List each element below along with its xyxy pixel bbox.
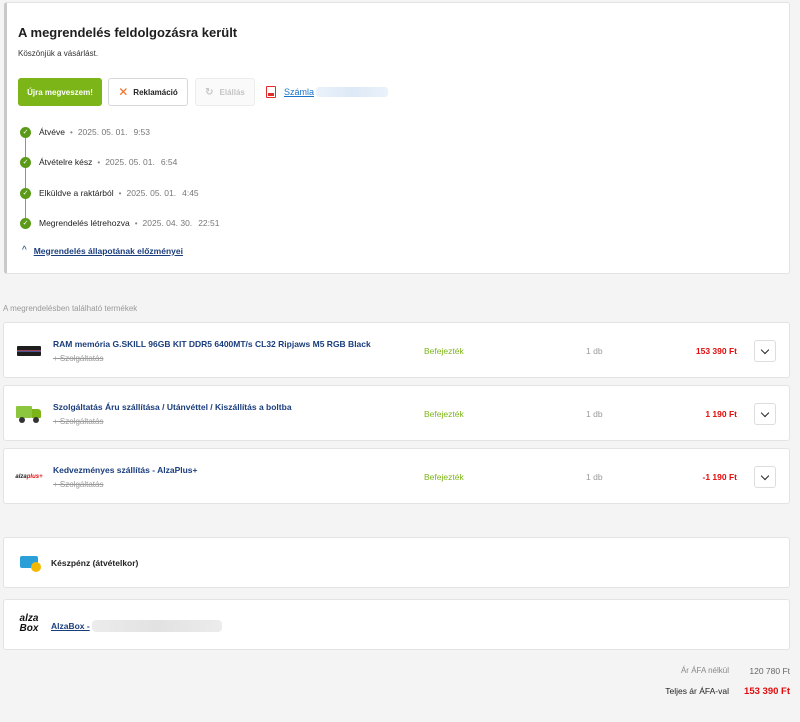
- product-quantity: 1 db: [586, 346, 603, 356]
- alzaplus-logo: alzaplus+: [15, 467, 43, 487]
- product-status: Befejezték: [424, 409, 464, 419]
- product-price: -1 190 Ft: [702, 472, 738, 482]
- gross-price-value: 153 390 Ft: [744, 686, 790, 697]
- product-price: 1 190 Ft: [705, 409, 737, 419]
- check-circle-icon: ✓: [20, 156, 31, 168]
- expand-button[interactable]: [754, 466, 776, 488]
- timeline-date: 2025. 05. 01.: [105, 157, 155, 167]
- timeline-date: 2025. 05. 01.: [77, 127, 128, 137]
- pickup-point-link[interactable]: AlzaBox -: [51, 620, 222, 632]
- order-status-title: A megrendelés feldolgozásra került: [18, 25, 238, 40]
- product-quantity: 1 db: [586, 409, 603, 419]
- order-status-card: A megrendelés feldolgozásra került Köszö…: [4, 2, 790, 274]
- pdf-icon: [266, 86, 276, 98]
- chevron-down-icon: [760, 408, 770, 417]
- payment-method-label: Készpénz (átvételkor): [51, 558, 139, 568]
- timeline-item-ready: ✓ Átvételre kész • 2025. 05. 01. 6:54: [20, 156, 177, 168]
- timeline-date: 2025. 04. 30.: [142, 218, 193, 228]
- timeline-time: 6:54: [160, 157, 178, 167]
- refresh-icon: ↻: [205, 86, 214, 98]
- timeline-item-shipped: ✓ Elküldve a raktárból • 2025. 05. 01. 4…: [20, 187, 199, 199]
- expand-button[interactable]: [754, 403, 776, 425]
- product-name[interactable]: Kedvezményes szállítás - AlzaPlus+: [53, 465, 198, 475]
- rebuy-button[interactable]: Újra megveszem!: [18, 78, 102, 106]
- net-price-value: 120 780 Ft: [749, 666, 790, 676]
- invoice-link-label: Számla: [284, 87, 315, 97]
- timeline-label: Elküldve a raktárból: [39, 188, 114, 198]
- pickup-address-redacted: [91, 620, 222, 632]
- timeline-separator: •: [97, 157, 101, 167]
- invoice-number-redacted: [316, 87, 389, 97]
- chevron-down-icon: [760, 345, 770, 354]
- payment-method-card: Készpénz (átvételkor): [3, 537, 790, 588]
- withdraw-button-label: Elállás: [219, 87, 245, 97]
- timeline-label: Megrendelés létrehozva: [39, 218, 130, 228]
- pickup-point-card: alza Box AlzaBox -: [3, 599, 790, 650]
- product-service-addon: + Szolgáltatás: [53, 417, 104, 426]
- product-name[interactable]: RAM memória G.SKILL 96GB KIT DDR5 6400MT…: [53, 339, 371, 349]
- alzaplus-logo-text: alza: [15, 474, 27, 480]
- check-circle-icon: ✓: [20, 217, 31, 229]
- timeline-time: 9:53: [133, 127, 150, 137]
- tools-icon: ✕: [118, 85, 129, 99]
- check-circle-icon: ✓: [20, 187, 31, 199]
- alzabox-logo: alza Box: [16, 614, 42, 634]
- timeline-item-created: ✓ Megrendelés létrehozva • 2025. 04. 30.…: [20, 217, 219, 229]
- alzaplus-logo-accent: plus+: [26, 474, 43, 480]
- product-row[interactable]: alzaplus+ Kedvezményes szállítás - AlzaP…: [3, 448, 790, 504]
- products-section-caption: A megrendelésben található termékek: [3, 304, 138, 313]
- product-status: Befejezték: [424, 472, 464, 482]
- status-history-link[interactable]: ^ Megrendelés állapotának előzményei: [22, 245, 183, 256]
- timeline-label: Átvételre kész: [39, 157, 93, 167]
- timeline-time: 4:45: [182, 188, 199, 198]
- product-name[interactable]: Szolgáltatás Áru szállítása / Utánvéttel…: [53, 402, 292, 412]
- chevron-up-icon: ^: [22, 245, 27, 256]
- complaint-button[interactable]: ✕ Reklamáció: [108, 78, 188, 106]
- timeline-separator: •: [70, 127, 73, 137]
- cash-payment-icon: [20, 556, 41, 572]
- product-quantity: 1 db: [586, 472, 603, 482]
- rebuy-button-label: Újra megveszem!: [27, 87, 93, 97]
- timeline-label: Átvéve: [39, 127, 65, 137]
- delivery-truck-icon: [16, 404, 42, 424]
- pickup-point-label: AlzaBox -: [51, 621, 90, 631]
- complaint-button-label: Reklamáció: [133, 87, 178, 97]
- expand-button[interactable]: [754, 340, 776, 362]
- product-price: 153 390 Ft: [695, 346, 737, 356]
- status-history-label: Megrendelés állapotának előzményei: [33, 245, 183, 256]
- timeline-connector: [25, 134, 26, 226]
- timeline-time: 22:51: [198, 218, 220, 228]
- alzabox-logo-bottom: Box: [19, 623, 39, 634]
- timeline-separator: •: [134, 218, 138, 228]
- timeline-separator: •: [118, 188, 122, 198]
- product-row[interactable]: RAM memória G.SKILL 96GB KIT DDR5 6400MT…: [3, 322, 790, 378]
- timeline-item-received: ✓ Átvéve • 2025. 05. 01. 9:53: [20, 126, 150, 138]
- net-price-label: Ár ÁFA nélkül: [680, 666, 729, 675]
- product-row[interactable]: Szolgáltatás Áru szállítása / Utánvéttel…: [3, 385, 790, 441]
- product-status: Befejezték: [424, 346, 464, 356]
- ram-module-icon: [16, 341, 42, 361]
- invoice-link[interactable]: Számla: [266, 86, 389, 98]
- order-status-subtitle: Köszönjük a vásárlást.: [18, 49, 99, 58]
- product-service-addon: + Szolgáltatás: [53, 354, 104, 363]
- withdraw-button[interactable]: ↻ Elállás: [195, 78, 255, 106]
- check-circle-icon: ✓: [20, 126, 31, 138]
- timeline-date: 2025. 05. 01.: [126, 188, 177, 198]
- gross-price-label: Teljes ár ÁFA-val: [665, 686, 729, 696]
- product-service-addon: + Szolgáltatás: [53, 480, 104, 489]
- chevron-down-icon: [760, 471, 770, 480]
